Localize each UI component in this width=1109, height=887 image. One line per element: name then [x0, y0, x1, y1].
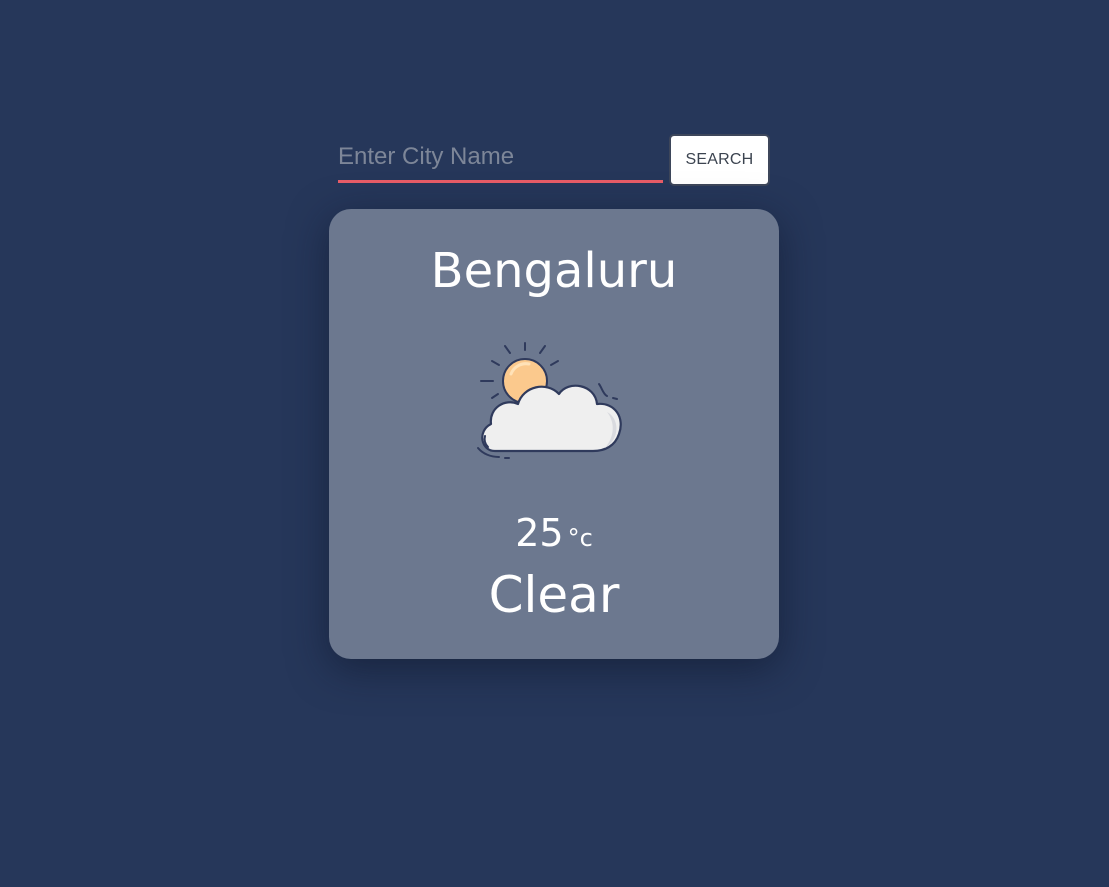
- temperature-unit: °c: [567, 524, 593, 552]
- city-search-input[interactable]: [338, 134, 663, 183]
- temperature-readout: 25 °c: [329, 511, 779, 555]
- weather-condition: Clear: [488, 566, 620, 624]
- temperature-value: 25: [515, 511, 564, 555]
- search-bar: SEARCH: [338, 134, 770, 186]
- sun-behind-cloud-icon: [477, 342, 622, 459]
- weather-card: Bengaluru 25 °c Clear: [329, 209, 779, 659]
- city-name: Bengaluru: [430, 243, 678, 299]
- search-button[interactable]: SEARCH: [669, 134, 770, 186]
